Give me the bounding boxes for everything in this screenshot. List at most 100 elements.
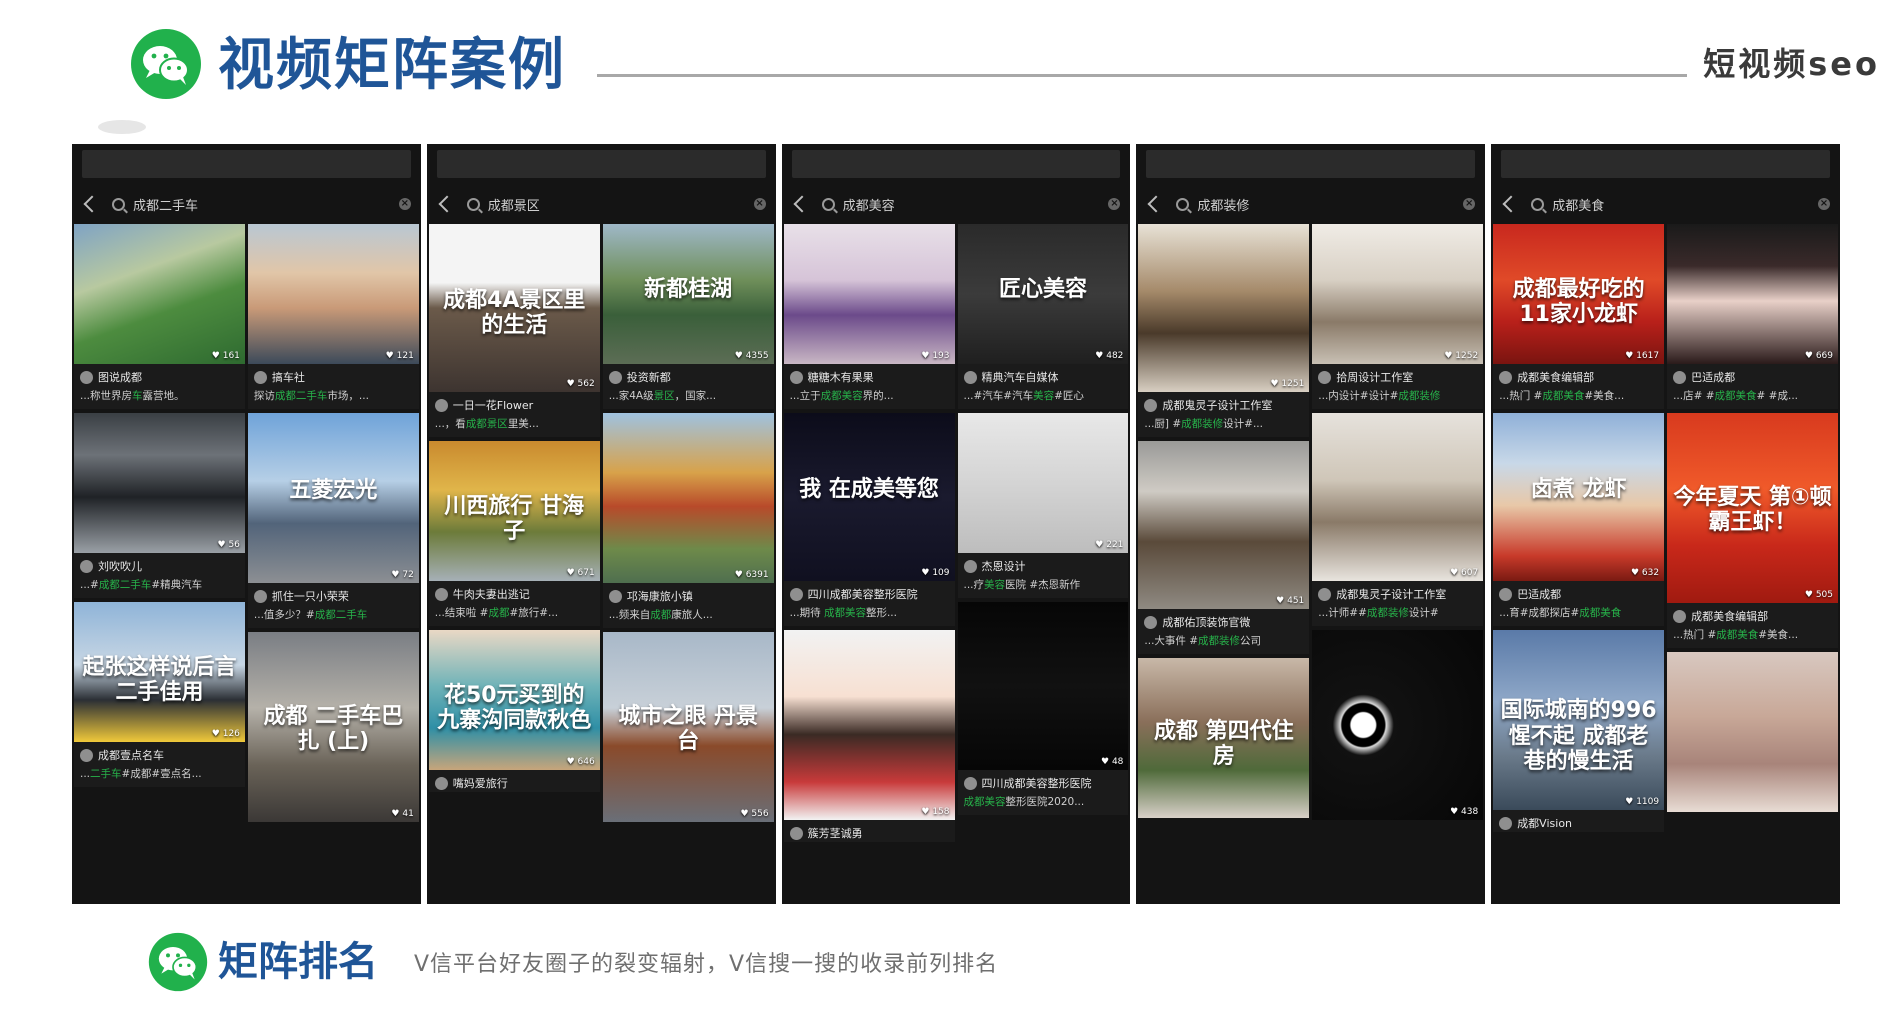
- video-card[interactable]: [1667, 652, 1838, 812]
- author-name[interactable]: 四川成都美容整形医院: [982, 775, 1092, 791]
- author-name[interactable]: 成都鬼灵子设计工作室: [1162, 397, 1272, 413]
- search-query[interactable]: 成都美容: [843, 195, 1101, 214]
- video-thumbnail[interactable]: 起张这样说后言二手佳用 ♥ 126: [74, 602, 245, 742]
- video-thumbnail[interactable]: 五菱宏光 ♥ 72: [247, 413, 419, 583]
- search-bar[interactable]: 成都美食 ×: [1491, 184, 1840, 224]
- video-card[interactable]: ♥ 669 巴适成都 ...店# #成都美食# #成...: [1667, 224, 1838, 409]
- avatar[interactable]: [1673, 609, 1687, 623]
- video-thumbnail[interactable]: ♥ 221: [957, 413, 1129, 553]
- avatar[interactable]: [1144, 398, 1158, 412]
- author-name[interactable]: 抓住一只小荣荣: [272, 588, 349, 604]
- video-thumbnail[interactable]: ♥ 669: [1667, 224, 1838, 364]
- back-arrow-icon[interactable]: [1502, 195, 1520, 213]
- avatar[interactable]: [789, 370, 803, 384]
- video-thumbnail[interactable]: 川西旅行 甘海子 ♥ 671: [428, 441, 600, 581]
- video-card[interactable]: 花50元买到的 九寨沟同款秋色 ♥ 646 嘴妈爱旅行: [428, 630, 600, 792]
- avatar[interactable]: [1499, 816, 1513, 830]
- avatar[interactable]: [1499, 370, 1513, 384]
- author-row[interactable]: 四川成都美容整形医院: [784, 581, 955, 603]
- author-row[interactable]: 巴适成都: [1493, 581, 1664, 603]
- author-row[interactable]: 成都Vision: [1493, 810, 1664, 832]
- video-card[interactable]: 国际城南的996 惺不起 成都老巷的慢生活 ♥ 1109 成都Vision: [1493, 630, 1665, 832]
- video-thumbnail[interactable]: ♥ 121: [247, 224, 419, 364]
- author-row[interactable]: 牛肉夫妻出逃记: [429, 581, 600, 603]
- video-card[interactable]: ♥ 56 刘吹吹儿 ...#成都二手车#精典汽车: [74, 413, 245, 598]
- back-arrow-icon[interactable]: [1147, 195, 1165, 213]
- video-thumbnail[interactable]: 成都 二手车巴扎 (上) ♥ 41: [247, 632, 419, 822]
- avatar[interactable]: [608, 589, 622, 603]
- author-name[interactable]: 精典汽车自媒体: [982, 369, 1059, 385]
- author-row[interactable]: 簇芳茎诚勇: [784, 820, 955, 842]
- video-thumbnail[interactable]: 成都 第四代住房: [1138, 658, 1310, 818]
- video-card[interactable]: ♥ 1251 成都鬼灵子设计工作室 ...厨] #成都装修设计#...: [1138, 224, 1310, 437]
- video-thumbnail[interactable]: [1667, 652, 1838, 812]
- search-query[interactable]: 成都美食: [1552, 195, 1810, 214]
- video-card[interactable]: 新都桂湖 ♥ 4355 投资新都 ...家4A级景区，国家...: [602, 224, 774, 409]
- avatar[interactable]: [963, 776, 977, 790]
- video-thumbnail[interactable]: 成都4A景区里的生活 ♥ 562: [428, 224, 600, 392]
- author-name[interactable]: 成都壹点名车: [98, 747, 164, 763]
- author-row[interactable]: 邛海康旅小镇: [603, 583, 774, 605]
- back-arrow-icon[interactable]: [438, 195, 456, 213]
- author-row[interactable]: 拾周设计工作室: [1312, 364, 1483, 386]
- author-row[interactable]: 投资新都: [603, 364, 774, 386]
- video-thumbnail[interactable]: 今年夏天 第①顿霸王虾！ ♥ 505: [1667, 413, 1838, 603]
- avatar[interactable]: [434, 776, 448, 790]
- video-thumbnail[interactable]: ♥ 158: [783, 630, 955, 820]
- avatar[interactable]: [963, 559, 977, 573]
- search-bar[interactable]: 成都美容 ×: [782, 184, 1131, 224]
- video-thumbnail[interactable]: 成都最好吃的 11家小龙虾 ♥ 1617: [1493, 224, 1665, 364]
- author-row[interactable]: 杰恩设计: [958, 553, 1129, 575]
- search-query[interactable]: 成都二手车: [133, 195, 391, 214]
- video-card[interactable]: ♥ 48 四川成都美容整形医院 成都美容整形医院2020...: [957, 602, 1129, 815]
- video-thumbnail[interactable]: ♥ 6391: [602, 413, 774, 583]
- search-bar[interactable]: 成都景区 ×: [427, 184, 776, 224]
- avatar[interactable]: [789, 587, 803, 601]
- video-card[interactable]: 今年夏天 第①顿霸王虾！ ♥ 505 成都美食编辑部 ...热门 #成都美食#美食..…: [1667, 413, 1838, 648]
- video-thumbnail[interactable]: 新都桂湖 ♥ 4355: [602, 224, 774, 364]
- video-card[interactable]: ♥ 121 搞车社 探访成都二手车市场，...: [247, 224, 419, 409]
- author-name[interactable]: 成都美食编辑部: [1517, 369, 1594, 385]
- video-thumbnail[interactable]: ♥ 1251: [1138, 224, 1310, 392]
- video-card[interactable]: 成都最好吃的 11家小龙虾 ♥ 1617 成都美食编辑部 ...热门 #成都美食#美食…: [1493, 224, 1665, 409]
- avatar[interactable]: [253, 589, 267, 603]
- author-row[interactable]: 成都美食编辑部: [1493, 364, 1664, 386]
- author-name[interactable]: 成都Vision: [1517, 815, 1572, 831]
- author-row[interactable]: 成都壹点名车: [74, 742, 245, 764]
- author-name[interactable]: 成都鬼灵子设计工作室: [1336, 586, 1446, 602]
- author-name[interactable]: 一日一花Flower: [453, 397, 533, 413]
- avatar[interactable]: [963, 370, 977, 384]
- avatar[interactable]: [253, 370, 267, 384]
- author-name[interactable]: 牛肉夫妻出逃记: [453, 586, 530, 602]
- video-card[interactable]: ♥ 193 糖糖木有果果 ...立于成都美容界的...: [783, 224, 955, 409]
- video-thumbnail[interactable]: 城市之眼 丹景台 ♥ 556: [602, 632, 774, 822]
- author-name[interactable]: 邛海康旅小镇: [627, 588, 693, 604]
- search-bar[interactable]: 成都二手车 ×: [72, 184, 421, 224]
- avatar[interactable]: [80, 748, 93, 762]
- avatar[interactable]: [608, 370, 622, 384]
- video-card[interactable]: 成都 二手车巴扎 (上) ♥ 41: [247, 632, 419, 822]
- author-row[interactable]: 糖糖木有果果: [784, 364, 955, 386]
- video-thumbnail[interactable]: ♥ 438: [1312, 630, 1484, 820]
- author-row[interactable]: 四川成都美容整形医院: [958, 770, 1129, 792]
- video-card[interactable]: 匠心美容 ♥ 482 精典汽车自媒体 ...#汽车#汽车美容#匠心: [957, 224, 1129, 409]
- author-name[interactable]: 搞车社: [272, 369, 305, 385]
- video-card[interactable]: 城市之眼 丹景台 ♥ 556: [602, 632, 774, 822]
- author-name[interactable]: 图说成都: [98, 369, 142, 385]
- video-thumbnail[interactable]: ♥ 607: [1312, 413, 1484, 581]
- video-thumbnail[interactable]: ♥ 451: [1138, 441, 1310, 609]
- author-row[interactable]: 嘴妈爱旅行: [429, 770, 600, 792]
- video-card[interactable]: ♥ 451 成都佑顶装饰官微 ...大事件 #成都装修公司: [1138, 441, 1310, 654]
- author-row[interactable]: 图说成都: [74, 364, 245, 386]
- search-query[interactable]: 成都景区: [488, 195, 746, 214]
- video-card[interactable]: 成都 第四代住房: [1138, 658, 1310, 818]
- author-name[interactable]: 嘴妈爱旅行: [453, 775, 508, 791]
- video-thumbnail[interactable]: 我 在成美等您 ♥ 109: [783, 413, 955, 581]
- author-row[interactable]: 成都鬼灵子设计工作室: [1138, 392, 1309, 414]
- video-card[interactable]: 卤煮 龙虾 ♥ 632 巴适成都 ...育#成都探店#成都美食: [1493, 413, 1665, 626]
- clear-icon[interactable]: ×: [1817, 198, 1830, 210]
- video-thumbnail[interactable]: 卤煮 龙虾 ♥ 632: [1493, 413, 1665, 581]
- author-name[interactable]: 成都佑顶装饰官微: [1162, 614, 1250, 630]
- video-card[interactable]: ♥ 158 簇芳茎诚勇: [783, 630, 955, 842]
- clear-icon[interactable]: ×: [753, 198, 766, 210]
